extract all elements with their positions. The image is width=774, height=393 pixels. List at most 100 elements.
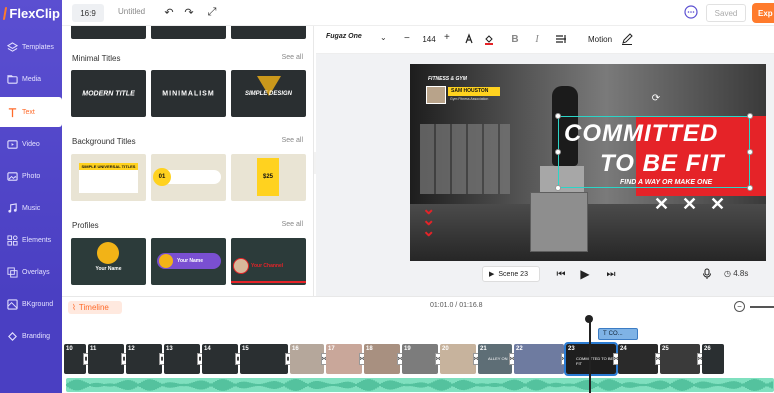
logo-mark-icon: [2, 6, 8, 20]
redo-icon[interactable]: ↷: [182, 5, 196, 19]
zoom-out-icon[interactable]: −: [734, 301, 745, 312]
timeline-clip[interactable]: 12: [126, 344, 162, 374]
clip-number: 13: [166, 346, 173, 352]
resize-handle[interactable]: [747, 149, 753, 155]
scene-label: Scene 23: [498, 270, 528, 278]
see-all-link[interactable]: See all: [282, 54, 303, 61]
template-thumb[interactable]: [151, 26, 226, 39]
scene-duration[interactable]: ◷ 4.8s: [724, 269, 748, 278]
selection-box[interactable]: [558, 116, 750, 188]
clip-number: 19: [404, 346, 411, 352]
music-icon: [6, 202, 18, 214]
fitness-label[interactable]: FITNESS & GYM: [428, 76, 467, 82]
x-decoration-icon: ✕: [654, 194, 670, 214]
resize-handle[interactable]: [747, 113, 753, 119]
aspect-ratio-button[interactable]: 16:9: [72, 4, 104, 22]
export-button[interactable]: Exp: [752, 3, 774, 23]
profile-thumb[interactable]: Your Name: [151, 238, 226, 285]
profile-thumb[interactable]: Your Channel: [231, 238, 306, 285]
playhead-handle[interactable]: [585, 315, 593, 323]
undo-icon[interactable]: ↶: [162, 5, 176, 19]
timeline-clip[interactable]: 21 ALLEY ON: [478, 344, 512, 374]
background-title-thumb[interactable]: SIMPLE UNIVERSAL TITLES: [71, 154, 146, 201]
sidebar-item-overlays[interactable]: Overlays: [0, 257, 62, 287]
thumb-text: $25: [257, 158, 279, 196]
sidebar-item-text[interactable]: Text: [0, 97, 62, 127]
logo[interactable]: FlexClip: [2, 4, 60, 22]
font-size-decrease-button[interactable]: −: [404, 33, 410, 44]
italic-icon[interactable]: I: [530, 32, 544, 46]
template-thumb[interactable]: [71, 26, 146, 39]
edit-pen-icon[interactable]: [620, 32, 634, 46]
see-all-link[interactable]: See all: [282, 137, 303, 144]
background-title-thumb[interactable]: $25: [231, 154, 306, 201]
timeline-clip[interactable]: 25: [660, 344, 700, 374]
font-size-increase-button[interactable]: +: [444, 32, 450, 43]
name-card[interactable]: SAM HOUSTON Gym Fitness Association: [426, 86, 500, 104]
sidebar-item-branding[interactable]: Branding: [0, 321, 62, 351]
minimal-title-thumb[interactable]: MINIMALISM: [151, 70, 226, 117]
minimal-title-thumb[interactable]: MODERN TITLE: [71, 70, 146, 117]
resize-handle[interactable]: [555, 113, 561, 119]
timeline-clip[interactable]: 26: [702, 344, 724, 374]
sidebar-item-video[interactable]: Video: [0, 129, 62, 159]
sidebar-item-elements[interactable]: Elements: [0, 225, 62, 255]
top-bar: 16:9 Untitled ↶ ↷ ⤢ Saved Exp: [62, 0, 774, 26]
fullscreen-icon[interactable]: ⤢: [205, 5, 219, 19]
clip-number: 24: [620, 346, 627, 352]
align-icon[interactable]: [554, 32, 568, 46]
layers-icon: [6, 41, 18, 53]
sidebar-item-templates[interactable]: Templates: [0, 32, 62, 62]
chat-icon[interactable]: [684, 5, 698, 19]
timeline-clip[interactable]: 20: [440, 344, 476, 374]
template-thumb[interactable]: [231, 26, 306, 39]
x-decoration-icon: ✕: [710, 194, 726, 214]
chevron-down-icon[interactable]: ⌄: [380, 33, 387, 42]
font-size-input[interactable]: 144: [418, 32, 440, 46]
motion-button[interactable]: Motion: [588, 35, 612, 44]
timeline-clip[interactable]: 15: [240, 344, 288, 374]
timeline-clip[interactable]: 17: [326, 344, 362, 374]
fill-color-icon[interactable]: [482, 32, 496, 46]
previous-scene-icon[interactable]: ⏮: [554, 266, 568, 282]
next-scene-icon[interactable]: ⏭: [604, 266, 618, 282]
sidebar-item-photo[interactable]: Photo: [0, 161, 62, 191]
sidebar-item-bkground[interactable]: BKground: [0, 289, 62, 319]
profile-thumb[interactable]: Your Name: [71, 238, 146, 285]
text-color-icon[interactable]: [462, 32, 476, 46]
see-all-link[interactable]: See all: [282, 221, 303, 228]
resize-handle[interactable]: [555, 149, 561, 155]
microphone-icon[interactable]: [700, 266, 714, 282]
play-icon[interactable]: ▶: [578, 266, 592, 282]
resize-handle[interactable]: [555, 185, 561, 191]
timeline-clip[interactable]: 24: [618, 344, 658, 374]
minimal-title-thumb[interactable]: SIMPLE DESIGN: [231, 70, 306, 117]
timeline-clip[interactable]: 14: [202, 344, 238, 374]
sidebar-item-music[interactable]: Music: [0, 193, 62, 223]
timeline-toggle[interactable]: ⌇ Timeline: [68, 301, 122, 314]
font-select[interactable]: Fugaz One: [326, 33, 362, 40]
background-title-thumb[interactable]: 01: [151, 154, 226, 201]
zoom-slider[interactable]: [750, 306, 774, 308]
audio-track[interactable]: [66, 378, 774, 392]
resize-handle[interactable]: [747, 185, 753, 191]
timeline-clip[interactable]: 16: [290, 344, 324, 374]
sidebar-item-media[interactable]: Media: [0, 64, 62, 94]
timeline-clip[interactable]: 18: [364, 344, 400, 374]
play-circle-icon: ▶: [489, 271, 495, 278]
clip-number: 11: [90, 346, 97, 352]
shapes-icon: [6, 234, 18, 246]
timeline-clip[interactable]: 23 COMMITTED TO BE FIT: [564, 342, 618, 376]
clip-number: 20: [442, 346, 449, 352]
timeline-clip[interactable]: 13: [164, 344, 200, 374]
timeline-clip[interactable]: 11: [88, 344, 124, 374]
playhead[interactable]: [589, 316, 591, 393]
scene-selector-button[interactable]: ▶ Scene 23: [482, 266, 540, 282]
timeline-clip[interactable]: 19: [402, 344, 438, 374]
text-layer-chip[interactable]: T CO...: [598, 328, 638, 340]
timeline-clip[interactable]: 22: [514, 344, 564, 374]
bold-icon[interactable]: B: [508, 32, 522, 46]
project-title[interactable]: Untitled: [118, 7, 145, 16]
video-preview[interactable]: FITNESS & GYM SAM HOUSTON Gym Fitness As…: [410, 64, 766, 261]
rotate-icon[interactable]: ⟳: [650, 92, 662, 104]
